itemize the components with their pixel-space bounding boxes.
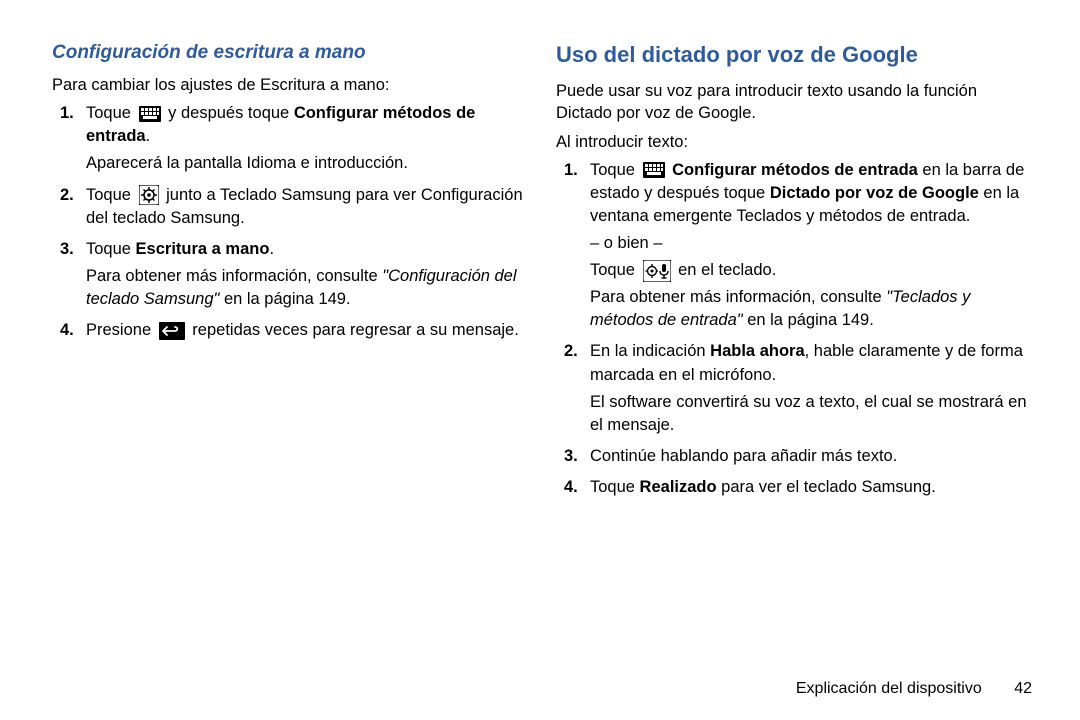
left-column: Configuración de escritura a mano Para c… [52, 42, 528, 507]
step-body: Toque y después toque Configurar métodos… [86, 102, 528, 179]
list-item: 3.Toque Escritura a mano. Para obtener má… [60, 238, 528, 315]
step-number: 4. [60, 319, 86, 346]
step-line: El software convertirá su voz a texto, e… [590, 391, 1032, 437]
text-run: Para obtener más información, consulte [590, 288, 886, 306]
text-run: para ver el teclado Samsung. [717, 478, 936, 496]
list-item: 3.Continúe hablando para añadir más text… [564, 445, 1032, 472]
text-run: Configurar métodos de entrada [672, 161, 918, 179]
text-run: Toque [590, 161, 640, 179]
step-body: Toque Escritura a mano. Para obtener más … [86, 238, 528, 315]
step-body: Continúe hablando para añadir más texto. [590, 445, 1032, 472]
step-line: Toque Configurar métodos de entrada en l… [590, 159, 1032, 228]
step-line: Para obtener más información, consulte "… [86, 265, 528, 311]
text-run: repetidas veces para regresar a su mensa… [188, 321, 519, 339]
text-run: Toque [86, 104, 136, 122]
step-line: Toque junto a Teclado Samsung para ver C… [86, 184, 528, 230]
text-run: Toque [590, 478, 640, 496]
step-body: En la indicación Habla ahora, hable clar… [590, 340, 1032, 440]
list-item: 1.Toque Configurar métodos de entrada en… [564, 159, 1032, 337]
right-column: Uso del dictado por voz de Google Puede … [556, 42, 1032, 507]
footer-page-number: 42 [1014, 680, 1032, 698]
step-body: Toque Configurar métodos de entrada en l… [590, 159, 1032, 337]
voice-intro-2: Al introducir texto: [556, 131, 1032, 153]
step-number: 1. [564, 159, 590, 337]
text-run: Toque [86, 240, 136, 258]
step-line: Toque Realizado para ver el teclado Sams… [590, 476, 1032, 499]
step-line: Toque y después toque Configurar métodos… [86, 102, 528, 148]
text-run: Toque [590, 261, 640, 279]
list-item: 2.Toque junto a Teclado Samsung para ver… [60, 184, 528, 234]
handwriting-steps: 1.Toque y después toque Configurar métod… [52, 102, 528, 346]
footer-section: Explicación del dispositivo [796, 680, 982, 697]
text-run: . [269, 240, 274, 258]
handwriting-heading: Configuración de escritura a mano [52, 42, 528, 64]
step-line: – o bien – [590, 232, 1032, 255]
step-line: Toque en el teclado. [590, 259, 1032, 282]
text-run: en la página 149. [219, 290, 350, 308]
gear-box-icon [139, 185, 159, 205]
text-run: – o bien – [590, 234, 662, 252]
step-body: Toque Realizado para ver el teclado Sams… [590, 476, 1032, 503]
text-run: en la página 149. [743, 311, 874, 329]
text-run: Aparecerá la pantalla Idioma e introducc… [86, 154, 408, 172]
text-run: Toque [86, 186, 136, 204]
back-icon [159, 322, 185, 340]
page-content: Configuración de escritura a mano Para c… [52, 42, 1032, 507]
voice-heading: Uso del dictado por voz de Google [556, 42, 1032, 68]
voice-steps: 1.Toque Configurar métodos de entrada en… [556, 159, 1032, 503]
page-footer: Explicación del dispositivo 42 [796, 680, 1032, 698]
text-run: Dictado por voz de Google [770, 184, 979, 202]
list-item: 1.Toque y después toque Configurar métod… [60, 102, 528, 179]
step-number: 3. [60, 238, 86, 315]
text-run: Para obtener más información, consulte [86, 267, 382, 285]
step-number: 4. [564, 476, 590, 503]
keyboard-icon [139, 106, 161, 122]
text-run: En la indicación [590, 342, 710, 360]
step-number: 2. [60, 184, 86, 234]
step-number: 1. [60, 102, 86, 179]
step-line: Aparecerá la pantalla Idioma e introducc… [86, 152, 528, 175]
gear-mic-icon [643, 260, 671, 282]
text-run: Presione [86, 321, 156, 339]
text-run: en el teclado. [674, 261, 777, 279]
step-line: Para obtener más información, consulte "… [590, 286, 1032, 332]
list-item: 4.Presione repetidas veces para regresar… [60, 319, 528, 346]
step-line: Presione repetidas veces para regresar a… [86, 319, 528, 342]
text-run: Realizado [640, 478, 717, 496]
text-run: El software convertirá su voz a texto, e… [590, 393, 1027, 434]
step-line: Continúe hablando para añadir más texto. [590, 445, 1032, 468]
handwriting-intro: Para cambiar los ajustes de Escritura a … [52, 74, 528, 96]
text-run: y después toque [164, 104, 294, 122]
step-body: Presione repetidas veces para regresar a… [86, 319, 528, 346]
step-number: 2. [564, 340, 590, 440]
voice-intro-1: Puede usar su voz para introducir texto … [556, 80, 1032, 125]
text-run: Escritura a mano [136, 240, 270, 258]
step-body: Toque junto a Teclado Samsung para ver C… [86, 184, 528, 234]
keyboard-icon [643, 162, 665, 178]
text-run: Continúe hablando para añadir más texto. [590, 447, 897, 465]
text-run: Habla ahora [710, 342, 804, 360]
text-run: . [146, 127, 151, 145]
step-number: 3. [564, 445, 590, 472]
list-item: 4.Toque Realizado para ver el teclado Sa… [564, 476, 1032, 503]
step-line: En la indicación Habla ahora, hable clar… [590, 340, 1032, 386]
list-item: 2.En la indicación Habla ahora, hable cl… [564, 340, 1032, 440]
step-line: Toque Escritura a mano. [86, 238, 528, 261]
